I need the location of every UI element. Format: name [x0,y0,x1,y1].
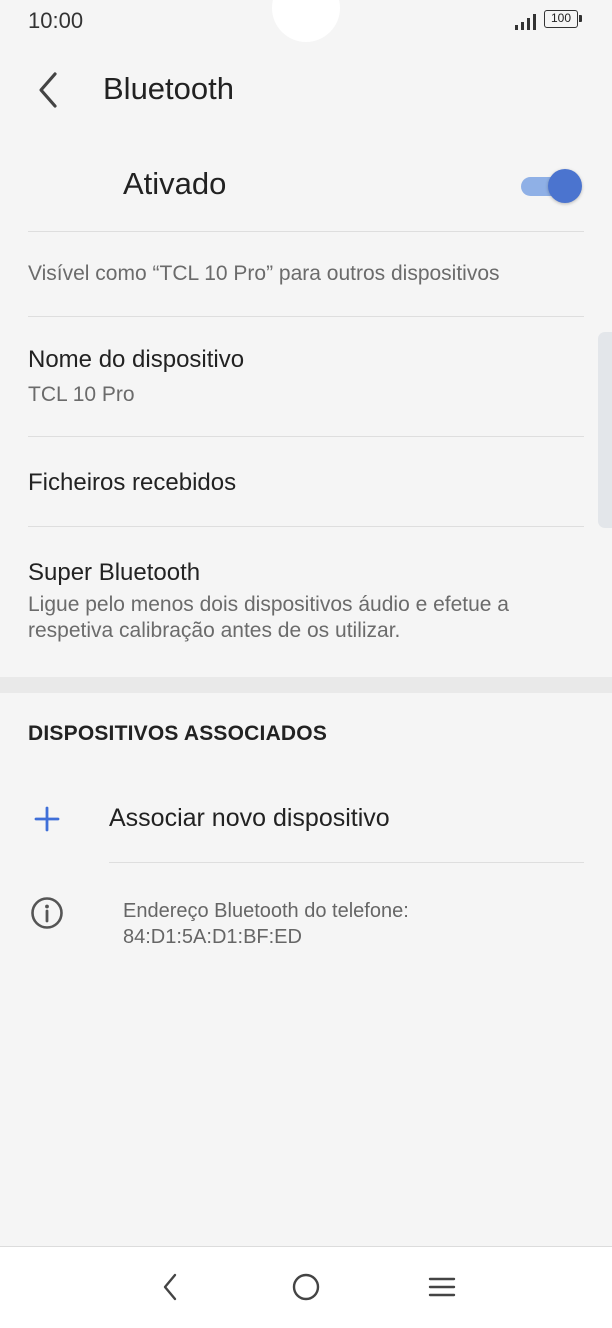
pair-new-device-button[interactable]: Associar novo dispositivo [0,780,612,860]
signal-icon [515,14,536,30]
super-bluetooth-item[interactable]: Super Bluetooth Ligue pelo menos dois di… [28,558,584,644]
device-name-title: Nome do dispositivo [28,346,245,373]
chevron-left-icon [39,72,57,108]
nav-home-button[interactable] [284,1265,328,1309]
scrollbar[interactable] [598,332,612,528]
bluetooth-toggle-row[interactable]: Ativado [0,150,612,230]
bluetooth-state-label: Ativado [123,166,227,201]
bluetooth-address-info: Endereço Bluetooth do telefone: 84:D1:5A… [0,890,612,960]
section-separator [0,677,612,693]
home-icon [292,1273,320,1301]
bluetooth-address-value: 84:D1:5A:D1:BF:ED [123,926,302,948]
divider [28,316,584,317]
divider [109,862,584,863]
paired-devices-header: DISPOSITIVOS ASSOCIADOS [28,722,328,745]
received-files-item[interactable]: Ficheiros recebidos [28,468,584,498]
switch-knob [548,169,582,203]
back-icon [163,1273,177,1301]
app-bar: Bluetooth [0,44,612,140]
camera-notch [272,0,340,42]
menu-icon [428,1277,456,1297]
super-bluetooth-title: Super Bluetooth [28,559,201,586]
bluetooth-settings-screen: 10:00 100 Bluetooth Ativado Visível como… [0,0,612,1328]
page-title: Bluetooth [103,71,234,106]
back-button[interactable] [28,68,68,112]
device-name-value: TCL 10 Pro [28,383,135,406]
visibility-text: Visível como “TCL 10 Pro” para outros di… [28,262,500,285]
battery-icon: 100 [544,10,582,28]
bluetooth-address-label: Endereço Bluetooth do telefone: [123,900,409,922]
divider [28,231,584,232]
received-files-title: Ficheiros recebidos [28,469,237,496]
divider [28,436,584,437]
super-bluetooth-description-line2: respetiva calibração antes de os utiliza… [28,619,401,642]
bluetooth-switch[interactable] [519,168,583,204]
nav-back-button[interactable] [148,1265,192,1309]
plus-icon [34,806,60,832]
battery-level: 100 [550,11,572,25]
status-bar: 10:00 100 [0,0,612,44]
super-bluetooth-description-line1: Ligue pelo menos dois dispositivos áudio… [28,593,509,616]
navigation-bar [0,1246,612,1328]
divider [28,526,584,527]
device-name-item[interactable]: Nome do dispositivo TCL 10 Pro [28,345,584,408]
bluetooth-address-text: Endereço Bluetooth do telefone: 84:D1:5A… [123,898,409,950]
info-icon [31,897,63,929]
status-time: 10:00 [28,8,84,33]
pair-new-device-label: Associar novo dispositivo [109,804,390,832]
nav-menu-button[interactable] [420,1265,464,1309]
